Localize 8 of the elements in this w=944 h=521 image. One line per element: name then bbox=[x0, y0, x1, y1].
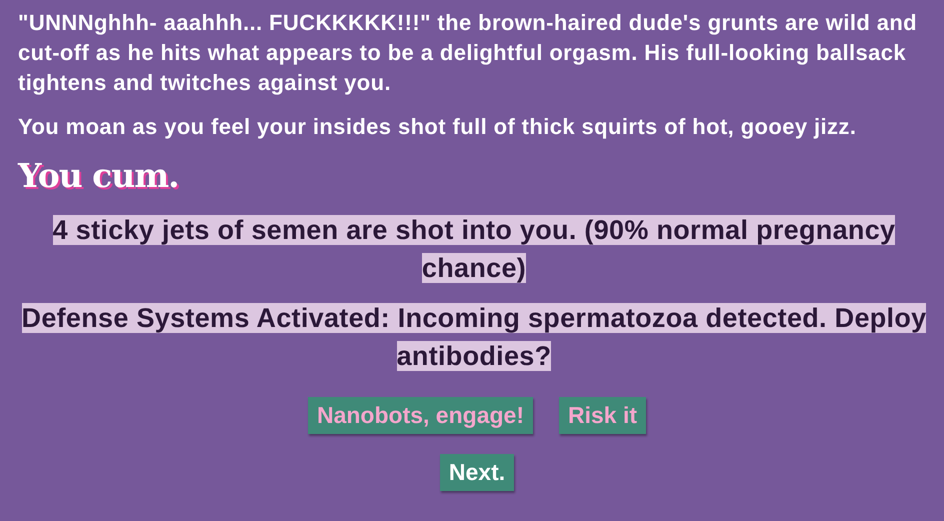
choice-button[interactable]: Nanobots, engage! bbox=[308, 397, 533, 434]
story-paragraph: You moan as you feel your insides shot full of thick squirts of hot, gooey jizz. bbox=[18, 113, 858, 141]
next-button[interactable]: Next. bbox=[440, 454, 514, 491]
story-paragraph: "UNNNghhh- aaahhh... FUCKKKKK!!!" the brown-haired dude's grunts are wild and cut-off as he hits what appears to be a delightful orgasm. His full-looking ballsack tightens and twitches against you. bbox=[18, 9, 918, 97]
choice-button[interactable]: Risk it bbox=[558, 397, 646, 434]
notice-text: Defense Systems Activated: Incoming spermatozoa detected. Deploy antibodies? bbox=[20, 302, 928, 373]
notice-text: 4 sticky jets of semen are shot into you. (90% normal pregnancy chance) bbox=[52, 214, 896, 285]
headline: You cum. bbox=[18, 156, 179, 195]
